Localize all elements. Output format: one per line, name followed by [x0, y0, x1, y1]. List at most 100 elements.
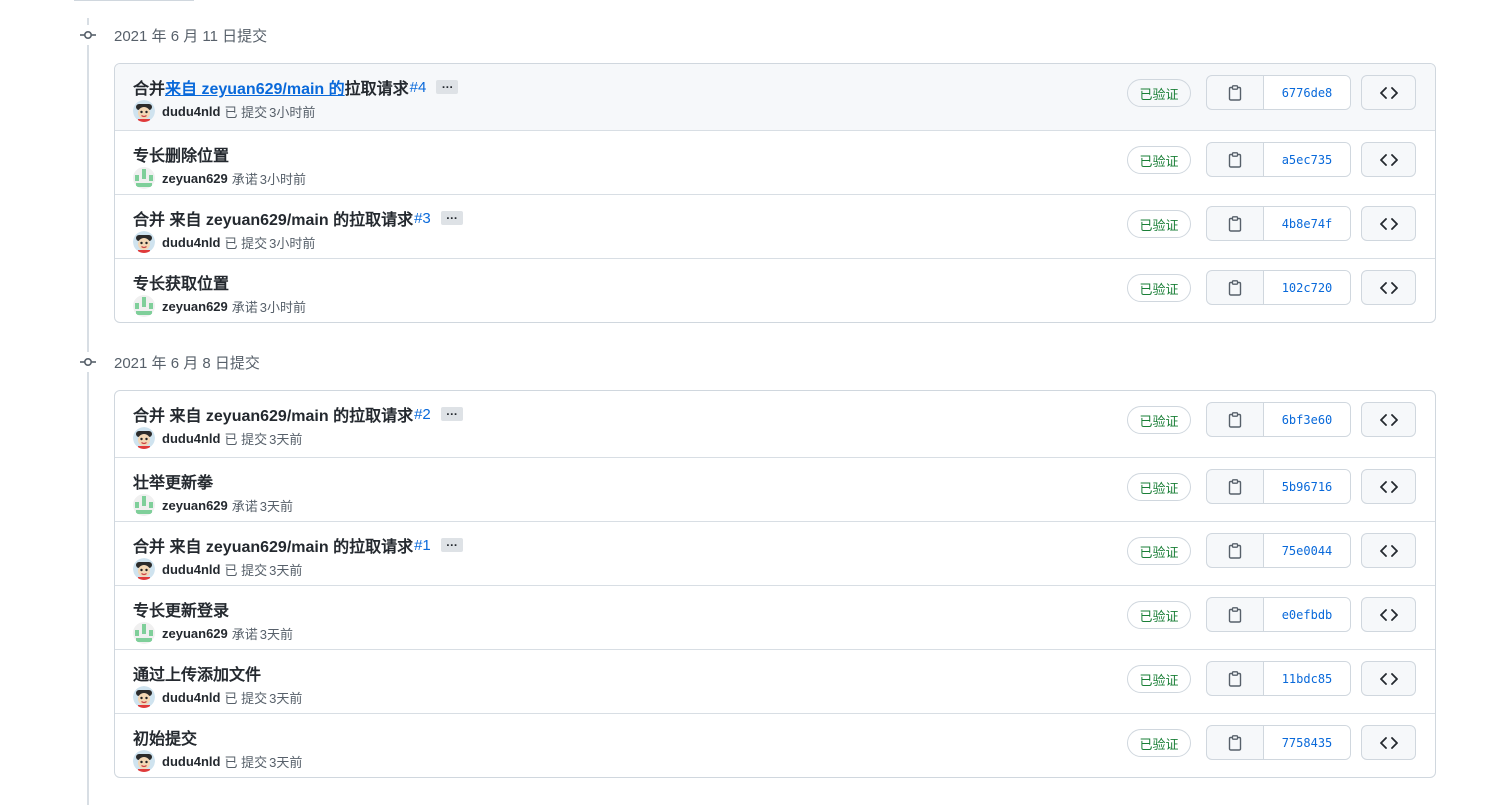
- commit-row: 初始提交 dudu4nld 已 提交 3天前 已验证 7758435: [115, 713, 1435, 777]
- author-link[interactable]: dudu4nld: [162, 690, 221, 705]
- commit-sha-link[interactable]: 6776de8: [1264, 76, 1350, 109]
- clipboard-icon: [1228, 478, 1242, 495]
- verified-badge[interactable]: 已验证: [1127, 665, 1191, 693]
- cartoon-avatar-icon: [133, 686, 155, 708]
- copy-sha-button[interactable]: [1207, 271, 1264, 304]
- avatar[interactable]: [133, 622, 155, 644]
- browse-repo-button[interactable]: [1361, 661, 1416, 696]
- copy-sha-button[interactable]: [1207, 76, 1264, 109]
- commit-title[interactable]: 合并 来自 zeyuan629/main 的拉取请求: [133, 402, 413, 426]
- commit-title[interactable]: 合并 来自 zeyuan629/main 的拉取请求: [133, 206, 413, 230]
- expand-message-button[interactable]: …: [440, 536, 463, 552]
- browse-repo-button[interactable]: [1361, 402, 1416, 437]
- author-link[interactable]: dudu4nld: [162, 431, 221, 446]
- author-link[interactable]: zeyuan629: [162, 626, 228, 641]
- browse-repo-button[interactable]: [1361, 597, 1416, 632]
- verified-badge[interactable]: 已验证: [1127, 406, 1191, 434]
- relative-time: 3小时前: [269, 235, 316, 251]
- commit-row: 专长更新登录 zeyuan629 承诺 3天前 已验证 e0efbdb: [115, 585, 1435, 649]
- author-link[interactable]: zeyuan629: [162, 171, 228, 186]
- commit-sha-link[interactable]: 7758435: [1264, 726, 1350, 759]
- commit-sha-link[interactable]: a5ec735: [1264, 143, 1350, 176]
- verified-badge[interactable]: 已验证: [1127, 601, 1191, 629]
- commit-sha-link[interactable]: 11bdc85: [1264, 662, 1350, 695]
- commit-title[interactable]: 初始提交: [133, 725, 197, 749]
- avatar[interactable]: [133, 686, 155, 708]
- commit-message: 专长删除位置: [133, 142, 229, 166]
- author-link[interactable]: dudu4nld: [162, 235, 221, 250]
- commit-verb: 已 提交: [224, 690, 268, 706]
- verified-badge[interactable]: 已验证: [1127, 79, 1191, 107]
- commit-meta: dudu4nld 已 提交 3天前: [133, 686, 302, 708]
- commit-title[interactable]: 合并: [133, 75, 165, 99]
- browse-repo-button[interactable]: [1361, 142, 1416, 177]
- author-link[interactable]: dudu4nld: [162, 562, 221, 577]
- browse-repo-button[interactable]: [1361, 75, 1416, 110]
- identicon-avatar-icon: [133, 494, 155, 516]
- expand-message-button[interactable]: …: [436, 78, 459, 94]
- verified-badge[interactable]: 已验证: [1127, 274, 1191, 302]
- commit-sha-link[interactable]: 6bf3e60: [1264, 403, 1350, 436]
- expand-message-button[interactable]: …: [440, 405, 463, 421]
- commit-sha-link[interactable]: e0efbdb: [1264, 598, 1350, 631]
- commit-sha-link[interactable]: 5b96716: [1264, 470, 1350, 503]
- avatar[interactable]: [133, 750, 155, 772]
- verified-badge[interactable]: 已验证: [1127, 146, 1191, 174]
- verified-badge[interactable]: 已验证: [1127, 210, 1191, 238]
- commit-message: 通过上传添加文件: [133, 661, 261, 685]
- browse-repo-button[interactable]: [1361, 533, 1416, 568]
- clipboard-icon: [1228, 606, 1242, 623]
- pull-request-link[interactable]: #3: [414, 210, 431, 227]
- pull-request-link[interactable]: #4: [410, 79, 427, 96]
- browse-repo-button[interactable]: [1361, 270, 1416, 305]
- commit-message: 专长更新登录: [133, 597, 229, 621]
- copy-sha-button[interactable]: [1207, 207, 1264, 240]
- commit-title[interactable]: 专长删除位置: [133, 142, 229, 166]
- browse-repo-button[interactable]: [1361, 469, 1416, 504]
- commit-title[interactable]: 合并 来自 zeyuan629/main 的拉取请求: [133, 533, 413, 557]
- sha-button-group: 102c720: [1206, 270, 1351, 305]
- copy-sha-button[interactable]: [1207, 598, 1264, 631]
- commit-sha-link[interactable]: 102c720: [1264, 271, 1350, 304]
- commit-title[interactable]: 专长更新登录: [133, 597, 229, 621]
- avatar[interactable]: [133, 295, 155, 317]
- verified-badge[interactable]: 已验证: [1127, 729, 1191, 757]
- author-link[interactable]: dudu4nld: [162, 104, 221, 119]
- avatar[interactable]: [133, 167, 155, 189]
- avatar[interactable]: [133, 100, 155, 122]
- expand-message-button[interactable]: …: [440, 209, 463, 225]
- copy-sha-button[interactable]: [1207, 534, 1264, 567]
- sha-button-group: a5ec735: [1206, 142, 1351, 177]
- author-link[interactable]: zeyuan629: [162, 498, 228, 513]
- copy-sha-button[interactable]: [1207, 403, 1264, 436]
- author-link[interactable]: zeyuan629: [162, 299, 228, 314]
- relative-time: 3天前: [259, 498, 294, 514]
- avatar[interactable]: [133, 494, 155, 516]
- verified-badge[interactable]: 已验证: [1127, 473, 1191, 501]
- copy-sha-button[interactable]: [1207, 143, 1264, 176]
- commit-group-header: 2021 年 6 月 11 日提交: [76, 25, 267, 45]
- commit-title[interactable]: 专长获取位置: [133, 270, 229, 294]
- relative-time: 3小时前: [259, 171, 307, 187]
- avatar[interactable]: [133, 231, 155, 253]
- copy-sha-button[interactable]: [1207, 470, 1264, 503]
- commit-title[interactable]: 壮举更新拳: [133, 469, 213, 493]
- pull-request-link[interactable]: #2: [414, 406, 431, 423]
- commit-title-suffix[interactable]: 拉取请求: [345, 75, 409, 99]
- verified-badge[interactable]: 已验证: [1127, 537, 1191, 565]
- commit-title-link[interactable]: 来自 zeyuan629/main 的: [165, 75, 345, 99]
- avatar[interactable]: [133, 558, 155, 580]
- sha-button-group: 4b8e74f: [1206, 206, 1351, 241]
- copy-sha-button[interactable]: [1207, 726, 1264, 759]
- browse-repo-button[interactable]: [1361, 725, 1416, 760]
- avatar[interactable]: [133, 427, 155, 449]
- copy-sha-button[interactable]: [1207, 662, 1264, 695]
- author-link[interactable]: dudu4nld: [162, 754, 221, 769]
- code-icon: [1379, 672, 1398, 685]
- browse-repo-button[interactable]: [1361, 206, 1416, 241]
- pull-request-link[interactable]: #1: [414, 537, 431, 554]
- code-icon: [1379, 217, 1398, 230]
- commit-title[interactable]: 通过上传添加文件: [133, 661, 261, 685]
- commit-sha-link[interactable]: 4b8e74f: [1264, 207, 1350, 240]
- commit-sha-link[interactable]: 75e0044: [1264, 534, 1350, 567]
